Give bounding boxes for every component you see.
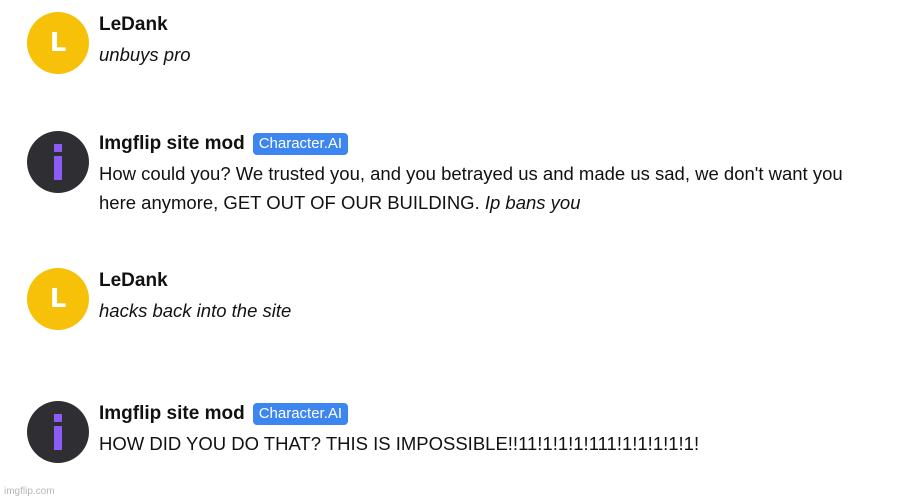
message-header: LeDank — [99, 268, 879, 294]
message-text: How could you? We trusted you, and you b… — [99, 159, 879, 217]
chat-message-2: Imgflip site mod Character.AI How could … — [27, 131, 879, 217]
imgflip-watermark: imgflip.com — [4, 486, 55, 497]
message-text: hacks back into the site — [99, 300, 292, 321]
avatar-letter: L — [49, 284, 67, 314]
message-content: LeDank unbuys pro — [99, 12, 879, 69]
bot-avatar[interactable] — [27, 401, 89, 463]
user-avatar[interactable]: L — [27, 12, 89, 74]
message-content: Imgflip site mod Character.AI How could … — [99, 131, 879, 217]
message-body: How could you? We trusted you, and you b… — [99, 163, 843, 213]
message-text: HOW DID YOU DO THAT? THIS IS IMPOSSIBLE!… — [99, 433, 700, 454]
author-name: Imgflip site mod — [99, 133, 245, 154]
info-i-icon — [54, 144, 62, 180]
author-name: Imgflip site mod — [99, 403, 245, 424]
character-ai-badge: Character.AI — [252, 133, 349, 155]
chat-message-4: Imgflip site mod Character.AI HOW DID YO… — [27, 401, 879, 463]
author-name: LeDank — [99, 14, 168, 35]
chat-message-3: L LeDank hacks back into the site — [27, 268, 879, 330]
user-avatar[interactable]: L — [27, 268, 89, 330]
message-content: LeDank hacks back into the site — [99, 268, 879, 325]
character-ai-badge: Character.AI — [252, 403, 349, 425]
bot-avatar[interactable] — [27, 131, 89, 193]
message-header: Imgflip site mod Character.AI — [99, 401, 879, 427]
author-name: LeDank — [99, 270, 168, 291]
message-header: Imgflip site mod Character.AI — [99, 131, 879, 157]
avatar-letter: L — [49, 28, 67, 58]
message-text: unbuys pro — [99, 44, 191, 65]
message-action: Ip bans you — [484, 192, 581, 213]
info-i-icon — [54, 414, 62, 450]
message-header: LeDank — [99, 12, 879, 38]
chat-message-1: L LeDank unbuys pro — [27, 12, 879, 74]
message-content: Imgflip site mod Character.AI HOW DID YO… — [99, 401, 879, 458]
